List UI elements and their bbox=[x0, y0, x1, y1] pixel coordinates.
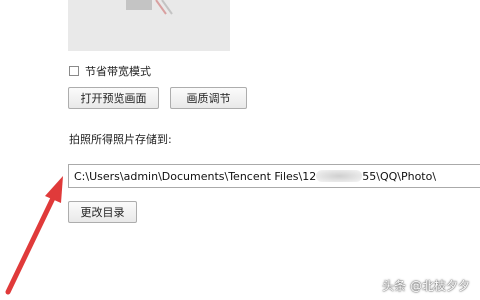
watermark-text: 头条 @北枝夕夕 bbox=[382, 279, 470, 293]
red-arrow-annotation bbox=[5, 176, 63, 295]
watermark: 头条 @北枝夕夕 bbox=[382, 277, 470, 294]
